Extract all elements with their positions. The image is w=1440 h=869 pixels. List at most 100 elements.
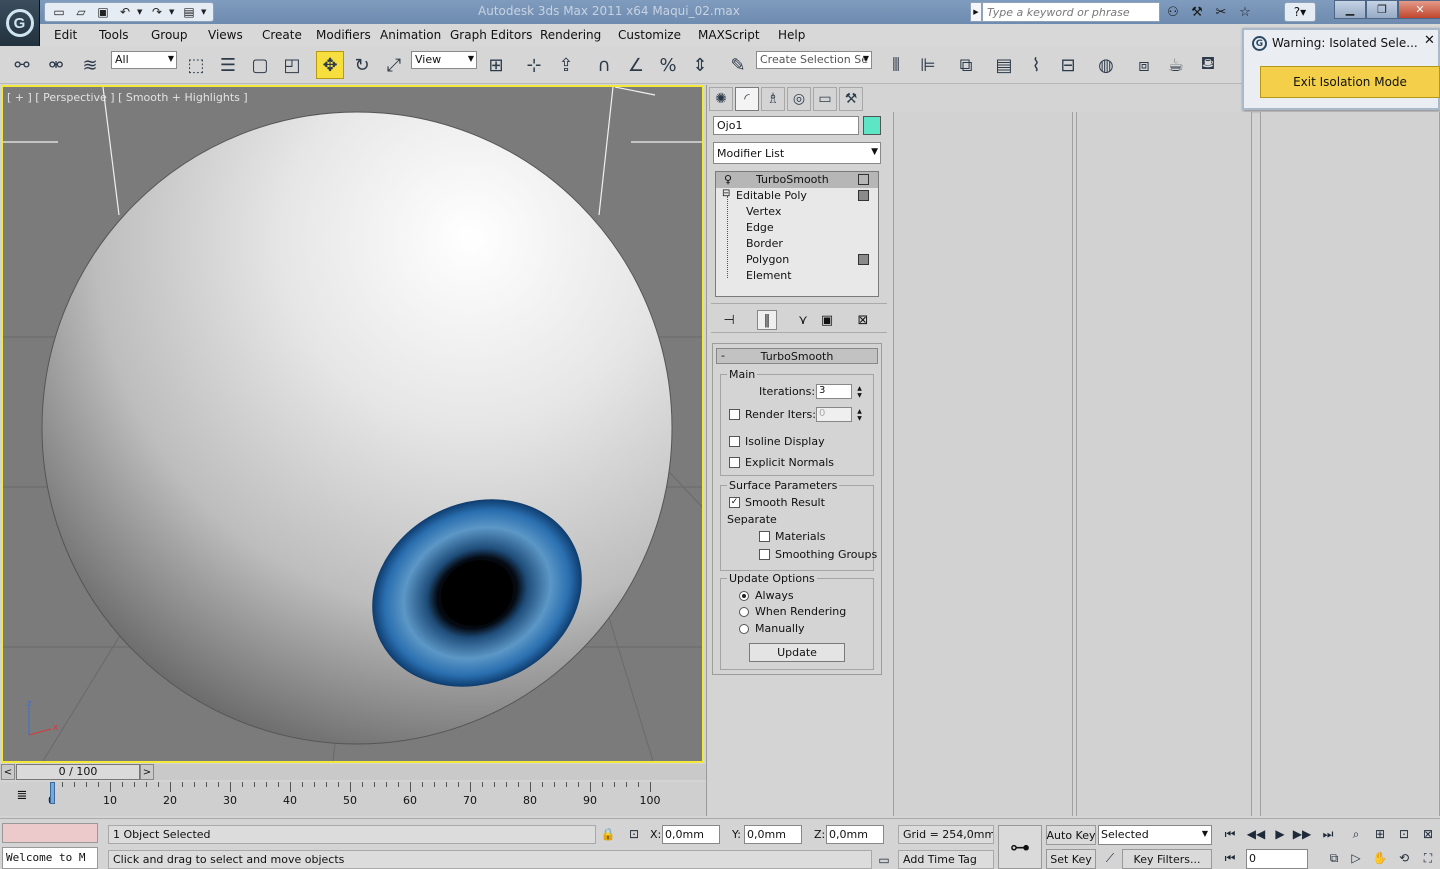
- time-slider-thumb[interactable]: 0 / 100: [16, 764, 140, 780]
- menu-rendering[interactable]: Rendering: [540, 28, 601, 42]
- restore-button[interactable]: ❐: [1366, 0, 1398, 19]
- show-end-result-icon[interactable]: ‖: [757, 310, 777, 330]
- display-tab-icon[interactable]: ▭: [813, 87, 837, 111]
- separate-materials-checkbox[interactable]: [759, 531, 770, 542]
- isoline-display-checkbox[interactable]: [729, 436, 740, 447]
- orbit-icon[interactable]: ⟲: [1394, 849, 1414, 867]
- modify-tab-icon[interactable]: ◜: [735, 87, 759, 111]
- stack-toggle-icon[interactable]: [858, 190, 869, 201]
- menu-customize[interactable]: Customize: [618, 28, 681, 42]
- binoculars-icon[interactable]: ⚇: [1162, 2, 1184, 22]
- maxscript-output[interactable]: Welcome to M: [2, 847, 98, 869]
- lock-icon[interactable]: 🔒: [598, 825, 618, 843]
- absolute-mode-icon[interactable]: ⊡: [624, 825, 644, 843]
- maxscript-listener-mini[interactable]: [2, 823, 98, 843]
- object-color-swatch[interactable]: [863, 116, 881, 135]
- remove-modifier-icon[interactable]: ▣: [817, 310, 837, 330]
- keyboard-shortcut-override-icon[interactable]: ⇪: [552, 51, 580, 79]
- mirror-icon[interactable]: ⫴: [882, 51, 910, 79]
- z-coordinate-input[interactable]: 0,0mm: [826, 825, 884, 844]
- stack-item-turbosmooth[interactable]: ♀ TurboSmooth: [716, 172, 878, 188]
- key-mode-toggle-icon[interactable]: ⏮: [1220, 849, 1240, 867]
- select-and-link-icon[interactable]: ⚯: [8, 51, 36, 79]
- modifier-list-dropdown[interactable]: Modifier List ▼: [713, 142, 881, 164]
- menu-tools[interactable]: Tools: [99, 28, 129, 42]
- save-file-icon[interactable]: ▣: [93, 4, 113, 20]
- hierarchy-tab-icon[interactable]: ♗: [761, 87, 785, 111]
- pin-stack-icon[interactable]: ⊣: [719, 310, 739, 330]
- previous-frame-icon[interactable]: ◀◀: [1246, 825, 1266, 843]
- graphite-modeling-icon[interactable]: ▤: [990, 51, 1018, 79]
- undo-icon[interactable]: ↶: [115, 4, 135, 20]
- application-button[interactable]: G: [0, 0, 40, 46]
- close-window-button[interactable]: ✕: [1398, 0, 1440, 19]
- default-in-out-tangents-icon[interactable]: ⟋: [1100, 849, 1120, 867]
- edit-named-selection-icon[interactable]: ✎: [724, 51, 752, 79]
- undo-dropdown-icon[interactable]: ▼: [137, 4, 145, 20]
- stack-toggle-icon[interactable]: [858, 254, 869, 265]
- exit-isolation-mode-button[interactable]: Exit Isolation Mode: [1260, 66, 1440, 98]
- key-filters-button[interactable]: Key Filters...: [1122, 849, 1212, 869]
- menu-edit[interactable]: Edit: [54, 28, 77, 42]
- select-and-rotate-icon[interactable]: ↻: [348, 51, 376, 79]
- utilities-tab-icon[interactable]: ⚒: [839, 87, 863, 111]
- select-and-move-icon[interactable]: ✥: [316, 51, 344, 79]
- viewport-label[interactable]: [ + ] [ Perspective ] [ Smooth + Highlig…: [7, 91, 248, 104]
- render-iters-spinner[interactable]: 0: [816, 407, 852, 422]
- select-by-name-icon[interactable]: ☰: [214, 51, 242, 79]
- object-name-input[interactable]: Ojo1: [713, 116, 859, 135]
- stack-subobject-polygon[interactable]: Polygon: [716, 252, 878, 268]
- eyeball-sphere[interactable]: [42, 112, 672, 744]
- zoom-extents-all-icon[interactable]: ⊠: [1418, 825, 1438, 843]
- maximize-viewport-icon[interactable]: ⛶: [1418, 849, 1438, 867]
- subscription-icon[interactable]: ⚒: [1186, 2, 1208, 22]
- menu-graph-editors[interactable]: Graph Editors: [450, 28, 532, 42]
- open-file-icon[interactable]: ▱: [71, 4, 91, 20]
- curve-editor-icon[interactable]: ⌇: [1022, 51, 1050, 79]
- align-icon[interactable]: ⊫: [914, 51, 942, 79]
- spinner-arrows-icon[interactable]: ▲ ▼: [855, 384, 864, 399]
- stack-item-editable-poly[interactable]: ⊟ Editable Poly: [716, 188, 878, 204]
- favorites-star-icon[interactable]: ☆: [1234, 2, 1256, 22]
- set-key-button[interactable]: Set Key: [1046, 849, 1096, 869]
- select-object-icon[interactable]: ⬚: [182, 51, 210, 79]
- next-frame-icon[interactable]: ▶▶: [1292, 825, 1312, 843]
- explicit-normals-checkbox[interactable]: [729, 457, 740, 468]
- render-setup-icon[interactable]: ⧈: [1130, 51, 1158, 79]
- render-iters-checkbox[interactable]: [729, 409, 740, 420]
- snaps-toggle-icon[interactable]: ∩: [590, 51, 618, 79]
- render-production-icon[interactable]: ⛾: [1194, 51, 1222, 79]
- minimize-button[interactable]: ▁: [1334, 0, 1366, 19]
- current-frame-marker[interactable]: [50, 782, 55, 804]
- layer-manager-icon[interactable]: ⧉: [952, 51, 980, 79]
- redo-icon[interactable]: ↷: [147, 4, 167, 20]
- communication-icon[interactable]: ✂: [1210, 2, 1232, 22]
- time-next-icon[interactable]: >: [140, 764, 154, 780]
- selection-filter-dropdown[interactable]: All ▼: [111, 51, 177, 69]
- update-manually-radio[interactable]: [739, 624, 749, 634]
- angle-snap-icon[interactable]: ∠: [622, 51, 650, 79]
- y-coordinate-input[interactable]: 0,0mm: [744, 825, 802, 844]
- motion-tab-icon[interactable]: ◎: [787, 87, 811, 111]
- menu-maxscript[interactable]: MAXScript: [698, 28, 760, 42]
- schematic-view-icon[interactable]: ⊟: [1054, 51, 1082, 79]
- project-folder-icon[interactable]: ▤: [179, 4, 199, 20]
- curve-editor-toggle-icon[interactable]: ≣: [12, 786, 32, 804]
- window-crossing-icon[interactable]: ◰: [278, 51, 306, 79]
- menu-modifiers[interactable]: Modifiers: [316, 28, 371, 42]
- lightbulb-icon[interactable]: ♀: [724, 173, 732, 186]
- help-button[interactable]: ?▾: [1284, 2, 1316, 22]
- track-bar[interactable]: ≣ 0102030405060708090100: [0, 782, 706, 816]
- go-to-end-icon[interactable]: ⏭: [1318, 825, 1338, 843]
- select-manipulate-icon[interactable]: ⊹: [520, 51, 548, 79]
- menu-help[interactable]: Help: [778, 28, 805, 42]
- menu-animation[interactable]: Animation: [380, 28, 441, 42]
- rectangular-selection-icon[interactable]: ▢: [246, 51, 274, 79]
- configure-modifier-sets-icon[interactable]: ⊠: [853, 310, 873, 330]
- key-mode-dropdown[interactable]: Selected ▼: [1098, 825, 1212, 845]
- perspective-viewport[interactable]: [ + ] [ Perspective ] [ Smooth + Highlig…: [1, 85, 704, 763]
- material-editor-icon[interactable]: ◍: [1092, 51, 1120, 79]
- separate-smoothing-groups-checkbox[interactable]: [759, 549, 770, 560]
- set-key-toggle-icon[interactable]: ⊶: [998, 825, 1042, 869]
- update-always-radio[interactable]: [739, 591, 749, 601]
